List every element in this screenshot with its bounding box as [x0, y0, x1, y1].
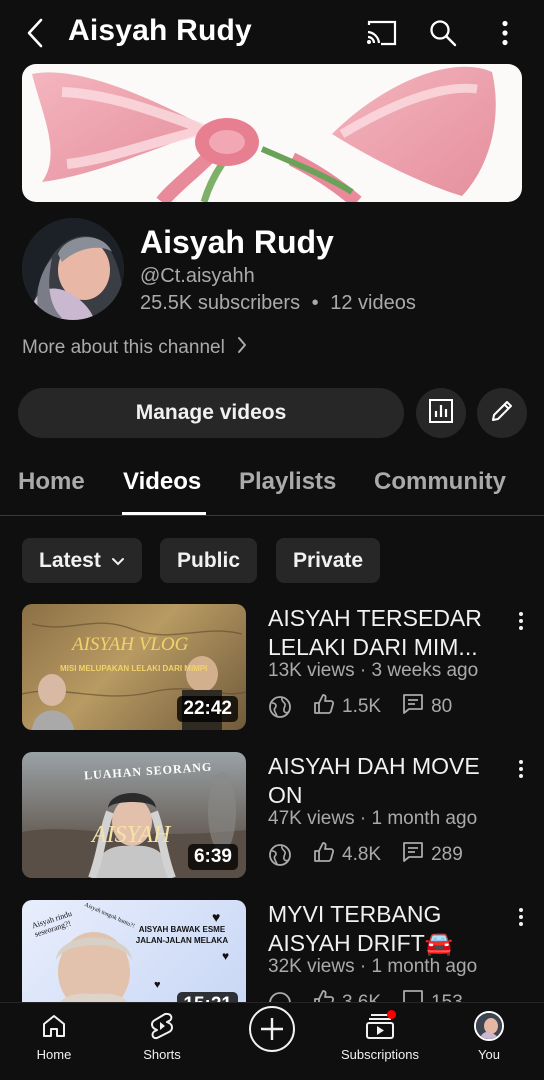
- thumbnail-title: AISYAH BAWAK ESME JALAN-JALAN MELAKA: [135, 925, 229, 945]
- nav-you-label: You: [478, 1047, 500, 1062]
- channel-handle: @Ct.aisyahh: [140, 265, 255, 287]
- thumbs-up-icon: [312, 840, 336, 870]
- create-icon: [248, 1005, 296, 1053]
- tab-playlists[interactable]: Playlists: [239, 468, 336, 496]
- video-title[interactable]: MYVI TERBANG AISYAH DRIFT🚘: [268, 900, 498, 958]
- video-stats: 4.8K 289: [268, 840, 483, 870]
- likes: 1.5K: [312, 692, 381, 722]
- channel-banner: [22, 64, 522, 202]
- edit-channel-button[interactable]: [477, 388, 527, 438]
- sort-dropdown[interactable]: Latest: [22, 538, 142, 583]
- view-count: 32K views: [268, 956, 355, 977]
- cast-icon[interactable]: [364, 16, 398, 50]
- svg-text:♥: ♥: [212, 909, 220, 925]
- channel-name: Aisyah Rudy: [140, 224, 334, 260]
- like-count: 4.8K: [342, 844, 382, 865]
- analytics-icon: [428, 398, 454, 429]
- nav-home[interactable]: Home: [4, 1009, 104, 1062]
- video-thumbnail[interactable]: LUAHAN SEORANG AISYAH 6:39: [22, 752, 246, 878]
- active-tab-indicator: [122, 512, 206, 515]
- svg-text:♥: ♥: [154, 979, 161, 991]
- globe-icon: [268, 843, 292, 867]
- video-meta: 32K views · 1 month ago: [268, 956, 478, 977]
- view-count: 13K views: [268, 660, 355, 681]
- subscriptions-icon: [363, 1009, 397, 1043]
- video-duration: 6:39: [187, 844, 238, 870]
- comment-count: 289: [431, 844, 463, 865]
- tab-home[interactable]: Home: [18, 468, 85, 496]
- subscriber-count: 25.5K subscribers: [140, 292, 301, 314]
- thumbs-up-icon: [312, 692, 336, 722]
- video-thumbnail[interactable]: AISYAH VLOG MISI MELUPAKAN LELAKI DARI M…: [22, 604, 246, 730]
- upload-age: 1 month ago: [371, 956, 478, 977]
- more-about-channel-link[interactable]: More about this channel: [22, 336, 247, 360]
- upload-age: 1 month ago: [371, 808, 478, 829]
- stats-separator: •: [311, 292, 319, 314]
- video-item[interactable]: LUAHAN SEORANG AISYAH 6:39 AISYAH DAH MO…: [22, 752, 544, 880]
- manage-videos-button[interactable]: Manage videos: [18, 388, 404, 438]
- nav-subscriptions[interactable]: Subscriptions: [330, 1009, 430, 1062]
- avatar: [472, 1009, 506, 1043]
- bottom-navigation: Home Shorts Subscriptions You: [0, 1002, 544, 1080]
- edit-icon: [489, 398, 515, 429]
- video-meta: 13K views · 3 weeks ago: [268, 660, 479, 681]
- filter-chip-public[interactable]: Public: [160, 538, 258, 583]
- nav-subscriptions-label: Subscriptions: [340, 1047, 420, 1062]
- nav-create[interactable]: [222, 1005, 322, 1053]
- tab-videos[interactable]: Videos: [123, 468, 201, 496]
- nav-shorts-label: Shorts: [143, 1047, 181, 1062]
- video-more-icon[interactable]: [512, 904, 530, 930]
- video-title[interactable]: AISYAH TERSEDAR LELAKI DARI MIM...: [268, 604, 498, 662]
- notification-dot: [387, 1010, 396, 1019]
- video-title[interactable]: AISYAH DAH MOVE ON: [268, 752, 498, 810]
- comment-icon: [401, 692, 425, 722]
- likes: 4.8K: [312, 840, 381, 870]
- thumbnail-subtitle: MISI MELUPAKAN LELAKI DARI MIMPI: [60, 664, 208, 673]
- video-duration: 22:42: [177, 696, 238, 722]
- svg-text:♥: ♥: [222, 949, 229, 963]
- channel-title: Aisyah Rudy: [68, 14, 252, 47]
- video-count: 12 videos: [330, 292, 416, 314]
- more-vert-icon[interactable]: [488, 16, 522, 50]
- nav-you[interactable]: You: [439, 1009, 539, 1062]
- filter-chip-private[interactable]: Private: [276, 538, 381, 583]
- comment-count: 80: [431, 696, 453, 717]
- nav-shorts[interactable]: Shorts: [112, 1009, 212, 1062]
- shorts-icon: [145, 1009, 179, 1043]
- nav-home-label: Home: [36, 1047, 72, 1062]
- video-more-icon[interactable]: [512, 756, 530, 782]
- view-count: 47K views: [268, 808, 355, 829]
- video-more-icon[interactable]: [512, 608, 530, 634]
- channel-stats: 25.5K subscribers • 12 videos: [140, 292, 416, 315]
- thumbnail-subtitle: AISYAH: [92, 822, 171, 848]
- analytics-button[interactable]: [416, 388, 466, 438]
- home-icon: [37, 1009, 71, 1043]
- chevron-right-icon: [237, 336, 247, 360]
- chevron-down-icon: [111, 549, 125, 573]
- comments: 80: [401, 692, 452, 722]
- back-icon[interactable]: [18, 16, 52, 50]
- like-count: 1.5K: [342, 696, 382, 717]
- comments: 289: [401, 840, 463, 870]
- app-header: Aisyah Rudy: [0, 0, 544, 66]
- more-about-label: More about this channel: [22, 337, 225, 358]
- channel-tabs: Home Videos Playlists Community: [0, 458, 544, 516]
- search-icon[interactable]: [426, 16, 460, 50]
- globe-icon: [268, 695, 292, 719]
- tab-community[interactable]: Community: [374, 468, 506, 496]
- video-meta: 47K views · 1 month ago: [268, 808, 478, 829]
- sort-label: Latest: [39, 548, 101, 572]
- thumbnail-title: AISYAH VLOG: [72, 634, 189, 655]
- video-stats: 1.5K 80: [268, 692, 472, 722]
- upload-age: 3 weeks ago: [371, 660, 479, 681]
- video-item[interactable]: AISYAH VLOG MISI MELUPAKAN LELAKI DARI M…: [22, 604, 544, 732]
- comment-icon: [401, 840, 425, 870]
- channel-avatar[interactable]: [22, 218, 124, 320]
